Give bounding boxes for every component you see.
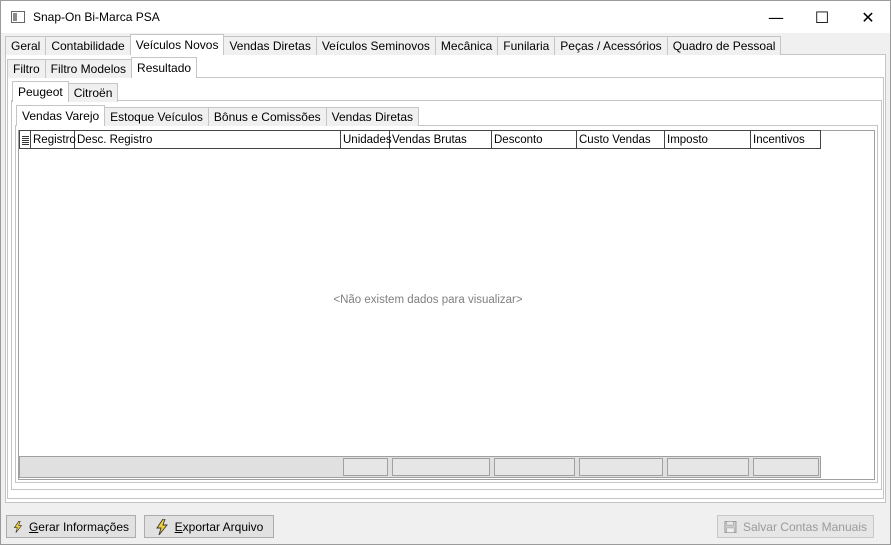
brand-tabs: Peugeot Citroën [12, 81, 119, 102]
lightning-bolt-icon [155, 518, 168, 535]
tab-filtro-modelos[interactable]: Filtro Modelos [44, 59, 133, 78]
tab-peugeot[interactable]: Peugeot [12, 81, 69, 102]
lightning-bolt-icon [13, 520, 23, 533]
tab-citroen[interactable]: Citroën [67, 83, 119, 102]
empty-grid-message: <Não existem dados para visualizar> [333, 294, 523, 306]
tab-vendas-varejo[interactable]: Vendas Varejo [16, 105, 106, 126]
tab-vendas-diretas[interactable]: Vendas Diretas [223, 36, 317, 55]
tab-vendas-diretas-report[interactable]: Vendas Diretas [325, 107, 420, 126]
app-icon [11, 11, 25, 23]
gerar-informacoes-label: Gerar Informações [28, 519, 129, 534]
exportar-arquivo-label: Exportar Arquivo [174, 519, 264, 534]
column-custo-vendas[interactable]: Custo Vendas [577, 131, 665, 148]
main-tabs: Geral Contabilidade Veículos Novos Venda… [5, 34, 782, 55]
tab-contabilidade[interactable]: Contabilidade [45, 36, 131, 55]
gerar-informacoes-button[interactable]: Gerar Informações [6, 515, 136, 538]
tab-pecas-acessorios[interactable]: Peças / Acessórios [554, 36, 668, 55]
column-unidades[interactable]: Unidades [341, 131, 392, 148]
report-tabs: Vendas Varejo Estoque Veículos Bônus e C… [16, 105, 420, 126]
tab-bonus-e-comissoes[interactable]: Bônus e Comissões [207, 107, 327, 126]
close-button[interactable]: ✕ [845, 1, 891, 33]
tab-resultado[interactable]: Resultado [131, 57, 198, 78]
column-imposto[interactable]: Imposto [665, 131, 751, 148]
tab-quadro-de-pessoal[interactable]: Quadro de Pessoal [666, 36, 782, 55]
salvar-contas-manuais-button[interactable]: Salvar Contas Manuais [717, 515, 874, 538]
column-registro[interactable]: Registro [31, 131, 76, 148]
tab-filtro[interactable]: Filtro [7, 59, 46, 78]
footer-cell-vendas-brutas [392, 458, 490, 476]
minimize-button[interactable]: — [753, 1, 799, 33]
footer-cell-incentivos [753, 458, 819, 476]
column-vendas-brutas[interactable]: Vendas Brutas [390, 131, 492, 148]
floppy-disk-icon [724, 520, 737, 533]
sub-tabs: Filtro Filtro Modelos Resultado [7, 57, 198, 78]
tab-geral[interactable]: Geral [5, 36, 47, 55]
column-incentivos[interactable]: Incentivos [751, 131, 821, 148]
main-window: Snap-On Bi-Marca PSA — ☐ ✕ Geral Contabi… [0, 0, 891, 545]
exportar-arquivo-button[interactable]: Exportar Arquivo [144, 515, 274, 538]
tab-funilaria[interactable]: Funilaria [497, 36, 556, 55]
tab-veiculos-seminovos[interactable]: Veículos Seminovos [315, 36, 436, 55]
salvar-contas-manuais-label: Salvar Contas Manuais [742, 519, 867, 534]
maximize-button[interactable]: ☐ [799, 1, 845, 33]
column-desconto[interactable]: Desconto [492, 131, 577, 148]
window-title: Snap-On Bi-Marca PSA [33, 10, 160, 24]
footer-cell-desconto [494, 458, 575, 476]
title-bar: Snap-On Bi-Marca PSA — ☐ ✕ [1, 1, 890, 33]
tab-mecanica[interactable]: Mecânica [434, 36, 499, 55]
tab-veiculos-novos[interactable]: Veículos Novos [129, 34, 225, 55]
column-desc-registro[interactable]: Desc. Registro [75, 131, 341, 148]
footer-cell-custo-vendas [579, 458, 663, 476]
grid-header: Registro Desc. Registro Unidades Vendas … [19, 130, 821, 149]
footer-cell-unidades [343, 458, 388, 476]
tab-estoque-veiculos[interactable]: Estoque Veículos [104, 107, 209, 126]
column-chooser-icon[interactable] [20, 131, 31, 148]
footer-cell-imposto [667, 458, 749, 476]
